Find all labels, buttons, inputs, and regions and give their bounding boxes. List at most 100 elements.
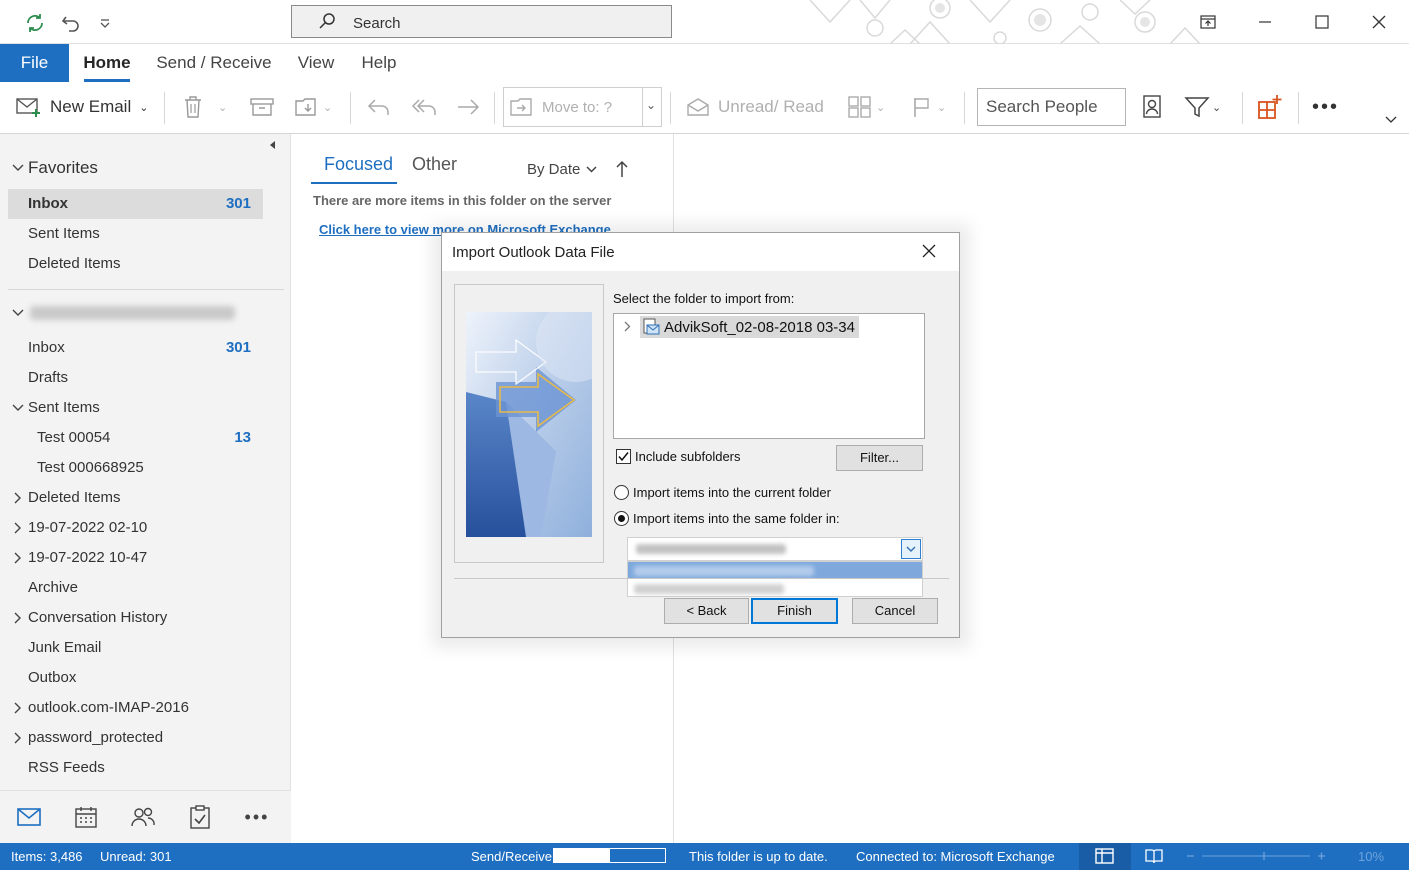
folder-conversation-history[interactable]: Conversation History	[8, 603, 263, 633]
folder-rss-feeds[interactable]: RSS Feeds	[8, 753, 263, 783]
folder-deleted-items[interactable]: Deleted Items	[8, 483, 263, 513]
follow-up-button[interactable]: ⌄	[911, 82, 946, 132]
back-button[interactable]: < Back	[664, 598, 749, 624]
folder-19-07-2022-10-47[interactable]: 19-07-2022 10-47	[8, 543, 263, 573]
tab-focused[interactable]: Focused	[324, 154, 393, 175]
folder-label: Conversation History	[28, 609, 168, 626]
chevron-right-icon[interactable]	[14, 552, 22, 564]
chevron-down-icon[interactable]	[901, 539, 921, 559]
sort-by-dropdown[interactable]: By Date	[527, 161, 597, 178]
close-icon[interactable]	[1364, 8, 1394, 36]
address-book-button[interactable]	[1141, 82, 1163, 132]
cancel-button[interactable]: Cancel	[852, 598, 938, 624]
account-header[interactable]	[12, 306, 235, 320]
filter-button[interactable]: Filter...	[836, 445, 923, 471]
maximize-icon[interactable]	[1307, 8, 1337, 36]
chevron-right-icon[interactable]	[14, 702, 22, 714]
connection-status[interactable]: Connected to: Microsoft Exchange	[856, 849, 1055, 864]
chevron-right-icon[interactable]	[14, 522, 22, 534]
folder-label: Test 00054	[37, 429, 111, 446]
send-receive-progress	[553, 848, 666, 863]
more-apps-icon[interactable]: •••	[242, 803, 272, 831]
list-item[interactable]	[628, 580, 922, 597]
ribbon-display-icon[interactable]	[1193, 8, 1223, 36]
collapse-ribbon-icon[interactable]	[1385, 116, 1397, 124]
reply-icon	[366, 96, 392, 118]
close-icon[interactable]	[921, 243, 939, 261]
include-subfolders-checkbox[interactable]	[616, 449, 631, 464]
radio-same-folder-label: Import items into the same folder in:	[633, 511, 840, 526]
folder-label: Test 000668925	[37, 459, 144, 476]
favorites-header[interactable]: Favorites	[12, 158, 98, 178]
tab-send-receive[interactable]: Send / Receive	[150, 44, 278, 82]
chevron-down-icon[interactable]	[12, 404, 24, 412]
reading-view-icon[interactable]	[1145, 848, 1163, 864]
folder-outbox[interactable]: Outbox	[8, 663, 263, 693]
chevron-right-icon[interactable]	[14, 612, 22, 624]
archive-button[interactable]	[250, 82, 274, 132]
folder-test-00054[interactable]: Test 00054 13	[8, 423, 263, 453]
mail-icon[interactable]	[14, 803, 44, 831]
get-add-ins-button[interactable]	[1257, 82, 1283, 132]
zoom-slider[interactable]	[1186, 850, 1326, 862]
move-to-quickstep[interactable]: Move to: ? ⌄	[503, 87, 662, 127]
folder-inbox[interactable]: Inbox 301	[8, 333, 263, 363]
chevron-right-icon[interactable]	[624, 321, 631, 332]
folder-19-07-2022-02-10[interactable]: 19-07-2022 02-10	[8, 513, 263, 543]
filter-email-button[interactable]: ⌄	[1184, 82, 1221, 132]
folder-outlook-imap-2016[interactable]: outlook.com-IMAP-2016	[8, 693, 263, 723]
finish-button[interactable]: Finish	[751, 598, 838, 624]
folder-archive[interactable]: Archive	[8, 573, 263, 603]
folder-tree[interactable]: AdvikSoft_02-08-2018 03-34	[613, 313, 925, 439]
people-icon[interactable]	[128, 803, 158, 831]
more-options-icon[interactable]: •••	[1312, 82, 1339, 132]
favorite-sent-items[interactable]: Sent Items	[8, 219, 263, 249]
favorite-inbox[interactable]: Inbox 301	[8, 189, 263, 219]
chevron-right-icon[interactable]	[14, 732, 22, 744]
categorize-button[interactable]: ⌄	[848, 82, 885, 132]
undo-icon[interactable]	[58, 10, 84, 36]
folder-password-protected[interactable]: password_protected	[8, 723, 263, 753]
tab-home[interactable]: Home	[74, 44, 140, 82]
folder-junk-email[interactable]: Junk Email	[8, 633, 263, 663]
forward-button[interactable]	[456, 82, 482, 132]
tab-file[interactable]: File	[0, 44, 69, 82]
tab-other[interactable]: Other	[412, 154, 457, 175]
reply-all-button[interactable]	[410, 82, 438, 132]
send-receive-label[interactable]: Send/Receive	[471, 849, 552, 864]
chevron-right-icon[interactable]	[14, 492, 22, 504]
destination-folder-list[interactable]	[627, 561, 923, 597]
tab-help[interactable]: Help	[354, 44, 404, 82]
reply-button[interactable]	[366, 82, 392, 132]
folder-drafts[interactable]: Drafts	[8, 363, 263, 393]
sync-icon[interactable]	[22, 10, 48, 36]
items-count: Items: 3,486	[11, 849, 83, 864]
list-item-selected[interactable]	[628, 562, 922, 579]
folder-test-000668925[interactable]: Test 000668925	[8, 453, 263, 483]
tree-item-pst[interactable]: AdvikSoft_02-08-2018 03-34	[640, 316, 859, 338]
chevron-down-icon[interactable]: ⌄	[646, 98, 656, 112]
new-email-button[interactable]: New Email ⌄	[16, 82, 148, 132]
minimize-icon[interactable]	[1250, 8, 1280, 36]
delete-button[interactable]: ⌄	[182, 82, 227, 132]
tab-view[interactable]: View	[290, 44, 342, 82]
search-box[interactable]: Search	[291, 5, 672, 38]
favorite-deleted-items[interactable]: Deleted Items	[8, 249, 263, 279]
collapse-pane-icon[interactable]	[268, 140, 276, 150]
tasks-icon[interactable]	[185, 803, 215, 831]
destination-folder-combo[interactable]	[627, 537, 923, 561]
radio-current-folder[interactable]	[614, 485, 629, 500]
search-people-input[interactable]: Search People	[977, 88, 1126, 126]
calendar-icon[interactable]	[71, 803, 101, 831]
normal-view-button[interactable]	[1079, 843, 1131, 870]
folder-label: 19-07-2022 02-10	[28, 519, 148, 536]
folder-sent-items[interactable]: Sent Items	[8, 393, 263, 423]
radio-same-folder[interactable]	[614, 511, 629, 526]
unread-read-button[interactable]: Unread/ Read	[686, 82, 824, 132]
sort-direction-icon[interactable]	[616, 160, 628, 178]
customize-quick-access-icon[interactable]	[92, 10, 118, 36]
search-icon	[318, 12, 336, 30]
move-button[interactable]: ⌄	[295, 82, 332, 132]
dialog-title-bar: Import Outlook Data File	[442, 233, 959, 271]
filter-icon	[1184, 95, 1210, 119]
